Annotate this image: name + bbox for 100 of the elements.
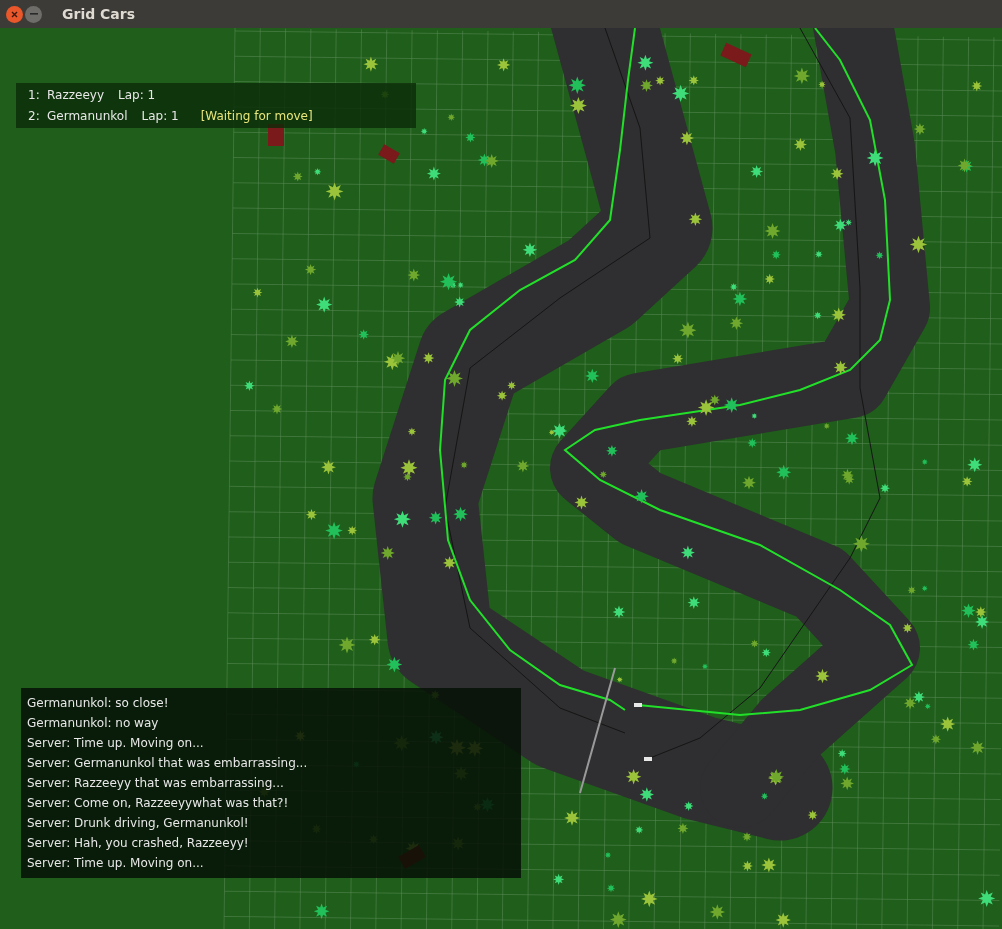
tree-icon: [616, 676, 623, 683]
tree-icon: [285, 334, 299, 349]
tree-icon: [961, 603, 976, 618]
tree-icon: [655, 75, 665, 86]
player-status: [Waiting for move]: [200, 108, 313, 125]
tree-icon: [775, 912, 791, 928]
close-button[interactable]: [6, 5, 23, 23]
tree-icon: [833, 360, 848, 375]
tree-icon: [793, 137, 807, 152]
tree-icon: [742, 860, 753, 872]
tree-icon: [641, 890, 658, 908]
minimize-button[interactable]: [25, 5, 42, 23]
tree-icon: [612, 605, 626, 619]
tree-icon: [672, 353, 684, 365]
tree-icon: [967, 457, 983, 473]
tree-icon: [961, 476, 973, 487]
tree-icon: [751, 412, 758, 419]
tree-icon: [764, 273, 775, 285]
tree-icon: [347, 525, 358, 536]
chat-message: Server: Come on, Razzeeyywhat was that?!: [27, 794, 290, 812]
tree-icon: [670, 657, 678, 665]
tree-icon: [729, 316, 744, 330]
tree-icon: [815, 668, 830, 684]
chat-message: Germanunkol: no way: [27, 714, 160, 732]
tree-icon: [507, 381, 517, 390]
tree-icon: [585, 368, 600, 384]
chat-message: Server: Time up. Moving on...: [27, 854, 205, 872]
tree-icon: [840, 776, 854, 791]
tree-icon: [604, 851, 612, 859]
tree-icon: [599, 470, 608, 479]
tree-icon: [420, 127, 428, 135]
chat-message: Server: Drunk driving, Germanunkol!: [27, 814, 250, 832]
tree-icon: [609, 911, 627, 928]
tree-icon: [325, 182, 344, 201]
tree-icon: [830, 167, 844, 181]
tree-icon: [252, 287, 263, 298]
tree-icon: [970, 740, 985, 755]
tree-icon: [407, 268, 421, 282]
tree-icon: [814, 250, 823, 259]
tree-icon: [975, 614, 990, 629]
tree-icon: [313, 168, 322, 176]
tree-icon: [407, 427, 417, 436]
tree-icon: [875, 251, 884, 260]
tree-icon: [363, 56, 379, 72]
tree-icon: [390, 351, 406, 366]
lap-counter: Lap: 1: [141, 108, 179, 125]
tree-icon: [484, 153, 499, 168]
tree-icon: [839, 763, 851, 775]
lap-counter: Lap: 1: [118, 87, 156, 104]
minimize-icon: [29, 13, 38, 15]
tree-icon: [807, 810, 818, 821]
tree-icon: [368, 633, 381, 646]
tree-icon: [568, 76, 586, 94]
chat-message: Server: Germanunkol that was embarrassing...: [27, 754, 309, 772]
close-icon: [11, 10, 18, 18]
tree-icon: [680, 545, 695, 560]
tree-icon: [913, 123, 926, 136]
tree-icon: [837, 749, 847, 758]
tree-icon: [625, 768, 642, 785]
chat-message: Germanunkol: so close!: [27, 694, 170, 712]
car-icon: [634, 703, 642, 707]
window-title: Grid Cars: [62, 4, 136, 24]
tree-icon: [679, 131, 695, 146]
tree-icon: [564, 810, 580, 826]
tree-icon: [776, 464, 792, 480]
tree-icon: [921, 585, 928, 592]
tree-icon: [967, 638, 980, 651]
tree-icon: [921, 458, 928, 466]
tree-icon: [843, 473, 855, 485]
rank-label: 2:: [28, 108, 41, 125]
tree-icon: [760, 792, 769, 800]
player-name: Germanunkol: [47, 108, 128, 125]
tree-icon: [338, 636, 356, 654]
tree-icon: [709, 904, 726, 920]
tree-icon: [553, 873, 565, 885]
tree-icon: [606, 884, 616, 893]
tree-icon: [903, 697, 917, 710]
tree-icon: [845, 431, 859, 446]
tree-icon: [446, 369, 463, 387]
tree-icon: [687, 596, 701, 609]
tree-icon: [428, 510, 443, 525]
chat-message: Server: Razzeeyy that was embarrassing...: [27, 774, 285, 792]
tree-icon: [909, 235, 928, 254]
tree-icon: [304, 263, 317, 276]
tree-icon: [771, 250, 781, 260]
tree-icon: [497, 58, 511, 72]
tree-icon: [793, 67, 811, 85]
tree-icon: [522, 242, 538, 258]
tree-icon: [852, 535, 870, 553]
tree-icon: [764, 223, 781, 239]
tree-icon: [292, 171, 303, 182]
tree-icon: [902, 622, 913, 634]
tree-icon: [723, 397, 740, 413]
tree-icon: [386, 656, 403, 673]
tree-icon: [496, 390, 508, 401]
tree-icon: [465, 132, 476, 143]
tree-icon: [761, 857, 777, 873]
tree-icon: [569, 97, 587, 115]
car-icon: [644, 757, 652, 761]
tree-icon: [358, 329, 369, 340]
